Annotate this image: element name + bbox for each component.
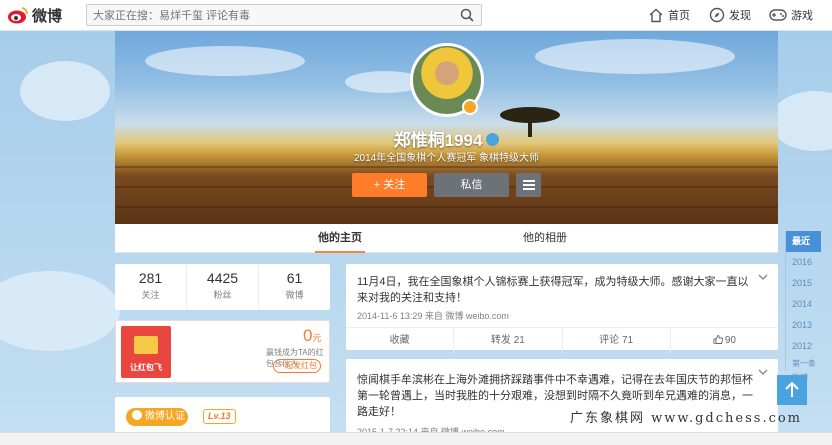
send-red-packet-button[interactable]: 一起发红包 <box>273 359 321 373</box>
brand-name: 微博 <box>32 7 63 25</box>
red-packet-unit: 元 <box>312 333 322 343</box>
level-badge[interactable]: Lv.13 <box>203 409 236 424</box>
timeline-item-2012[interactable]: 2012 <box>785 336 821 357</box>
timeline-item-2014[interactable]: 2014 <box>785 294 821 315</box>
comment-button[interactable]: 评论 71 <box>563 328 671 353</box>
timeline-item-2013[interactable]: 2013 <box>785 315 821 336</box>
profile-name-row: 郑惟桐1994 <box>115 126 778 151</box>
stat-value: 61 <box>286 270 303 286</box>
verified-badge-icon <box>462 99 478 115</box>
timeline-item-recent[interactable]: 最近 <box>785 231 821 252</box>
field-line <box>115 166 778 168</box>
tab-album[interactable]: 他的相册 <box>520 224 570 253</box>
more-menu-button[interactable] <box>516 173 541 197</box>
menu-icon <box>522 180 535 190</box>
arrow-up-icon <box>785 381 799 397</box>
nav-home[interactable]: 首页 <box>648 5 690 25</box>
top-navigation-bar: 微博 首页 发现 游戏 <box>0 0 832 31</box>
stat-value: 281 <box>138 270 163 286</box>
weibo-eye-icon <box>8 7 28 24</box>
chevron-down-icon[interactable] <box>758 272 768 282</box>
post-meta: 2014-11-6 13:29 来自 微博 weibo.com <box>357 311 509 321</box>
field-line <box>115 206 778 208</box>
post-text: 11月4日，我在全国象棋个人锦标赛上获得冠军，成为特级大师。感谢大家一直以来对我… <box>357 276 749 304</box>
like-count: 90 <box>724 335 736 346</box>
like-button[interactable]: 90 <box>671 328 778 353</box>
certify-badge[interactable]: 微博认证 <box>126 408 188 426</box>
red-envelope-icon <box>134 336 158 354</box>
red-packet-amount-row: 0元 <box>303 326 321 346</box>
red-packet-card[interactable]: 让红包飞 0元 赢钱成为TA的红包合伙人 一起发红包 <box>115 320 330 383</box>
stat-label: 关注 <box>141 290 160 300</box>
stat-posts[interactable]: 61 微博 <box>259 264 330 310</box>
cloud-decoration <box>20 61 110 121</box>
profile-stats: 281 关注 4425 粉丝 61 微博 <box>115 264 330 310</box>
cover-cloud <box>145 46 305 76</box>
verified-icon <box>486 133 500 147</box>
search-input[interactable] <box>93 8 443 23</box>
post-actions: 收藏 转发 21 评论 71 90 <box>346 327 778 353</box>
timeline-item-2016[interactable]: 2016 <box>785 252 821 273</box>
favorite-button[interactable]: 收藏 <box>346 328 455 353</box>
compass-icon <box>709 7 725 23</box>
bottom-status-bar <box>0 432 832 445</box>
nav-discover-label: 发现 <box>729 10 751 22</box>
gamepad-icon <box>769 9 787 21</box>
search-icon[interactable] <box>460 8 474 22</box>
watermark-text: 广东象棋网 www.gdchess.com <box>570 411 803 426</box>
timeline-item-2015[interactable]: 2015 <box>785 273 821 294</box>
nav-games[interactable]: 游戏 <box>769 5 813 25</box>
follow-button[interactable]: + 关注 <box>352 173 427 197</box>
nav-discover[interactable]: 发现 <box>709 5 751 25</box>
cloud-decoration <box>0 271 120 351</box>
thumbs-up-icon <box>713 335 723 345</box>
search-box[interactable] <box>86 4 482 26</box>
back-to-top-button[interactable] <box>777 375 807 405</box>
profile-name: 郑惟桐1994 <box>393 131 483 150</box>
stat-label: 微博 <box>285 290 304 300</box>
red-packet-image: 让红包飞 <box>121 326 171 378</box>
tab-home[interactable]: 他的主页 <box>315 224 365 253</box>
weibo-logo[interactable]: 微博 <box>7 3 67 27</box>
timeline-item-first[interactable]: 第一条微博 <box>785 357 821 382</box>
certify-label: 微博认证 <box>145 411 185 422</box>
chevron-down-icon[interactable] <box>758 367 768 377</box>
stat-value: 4425 <box>206 270 239 286</box>
message-button[interactable]: 私信 <box>434 173 509 197</box>
profile-bio: 2014年全国象棋个人赛冠军 象棋特级大师 <box>353 153 540 164</box>
cloud-decoration <box>770 91 832 151</box>
stat-following[interactable]: 281 关注 <box>115 264 187 310</box>
cover-cloud <box>535 39 735 74</box>
v-icon <box>132 410 142 421</box>
nav-games-label: 游戏 <box>791 10 813 22</box>
home-icon <box>649 8 663 22</box>
stat-followers[interactable]: 4425 粉丝 <box>187 264 259 310</box>
stat-label: 粉丝 <box>213 290 232 300</box>
year-timeline: 最近 2016 2015 2014 2013 2012 第一条微博 <box>785 231 821 382</box>
profile-cover: 郑惟桐1994 2014年全国象棋个人赛冠军 象棋特级大师 + 关注 私信 <box>115 31 778 224</box>
red-packet-tag: 让红包飞 <box>130 363 162 372</box>
profile-tabs: 他的主页 他的相册 <box>115 224 778 253</box>
post-card: 11月4日，我在全国象棋个人锦标赛上获得冠军，成为特级大师。感谢大家一直以来对我… <box>346 264 778 353</box>
nav-home-label: 首页 <box>668 10 690 22</box>
repost-button[interactable]: 转发 21 <box>454 328 563 353</box>
